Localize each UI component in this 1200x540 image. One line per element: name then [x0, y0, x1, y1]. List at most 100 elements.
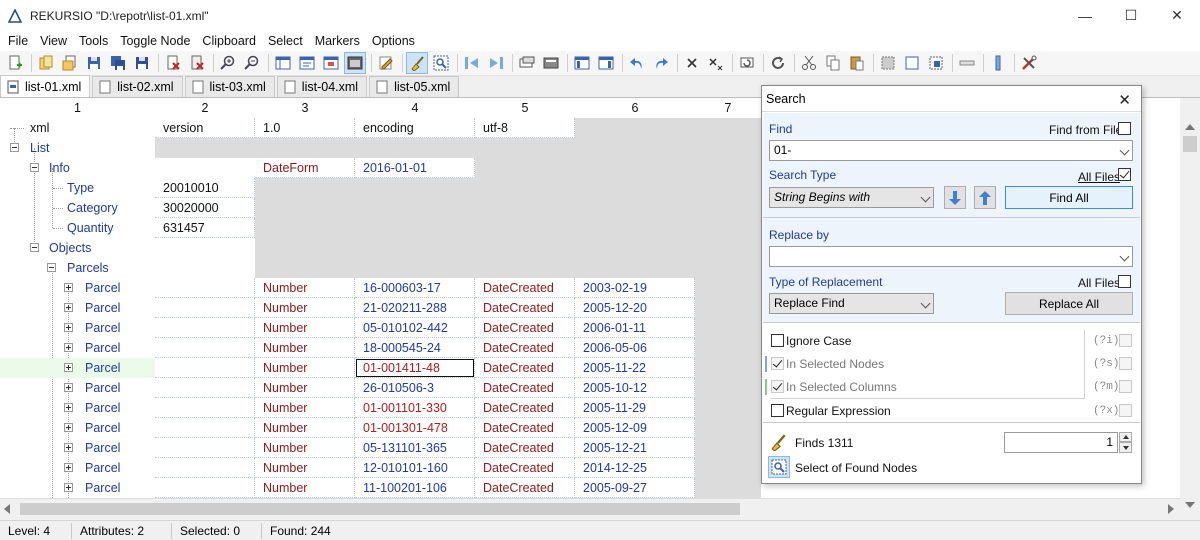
replacement-type-select[interactable]: Replace Find	[769, 293, 934, 314]
copy-icon[interactable]	[822, 52, 844, 74]
ignore-case-checkbox[interactable]	[771, 334, 784, 347]
expand-icon[interactable]	[64, 483, 73, 492]
node-category[interactable]: Category	[67, 198, 118, 218]
node-parcel[interactable]: Parcel	[85, 398, 120, 418]
attr-name[interactable]: DateCreated	[475, 398, 575, 418]
node-parcel[interactable]: Parcel	[85, 478, 120, 498]
menu-select[interactable]: Select	[262, 34, 309, 48]
attr-value[interactable]: 1.0	[255, 118, 355, 138]
view-full-icon[interactable]	[344, 52, 366, 74]
parcel-number[interactable]: 26-010506-3	[355, 378, 475, 398]
node-xml[interactable]: xml	[30, 118, 49, 138]
ignore-case-flag[interactable]	[1119, 334, 1132, 347]
collapse-icon[interactable]	[10, 143, 19, 152]
empty-cell[interactable]	[155, 458, 255, 478]
date-created[interactable]: 2014-12-25	[575, 458, 695, 478]
date-created[interactable]: 2005-10-12	[575, 378, 695, 398]
scroll-thumb[interactable]	[20, 503, 740, 515]
marker-brush-icon[interactable]	[406, 52, 428, 74]
attr-name[interactable]: Number	[255, 458, 355, 478]
settings-tools-icon[interactable]	[1018, 52, 1040, 74]
save-all-icon[interactable]	[107, 52, 129, 74]
attr-name[interactable]: DateCreated	[475, 438, 575, 458]
select-all-icon[interactable]	[877, 52, 899, 74]
node-parcel[interactable]: Parcel	[85, 458, 120, 478]
tab-list-03[interactable]: list-03.xml	[184, 76, 275, 97]
paste-icon[interactable]	[846, 52, 868, 74]
redo-icon[interactable]	[650, 52, 672, 74]
column-header[interactable]: 7	[695, 98, 761, 118]
date-created[interactable]: 2005-11-22	[575, 358, 695, 378]
expand-icon[interactable]	[64, 383, 73, 392]
tab-list-01[interactable]: list-01.xml	[0, 75, 91, 97]
column-header[interactable]: 6	[575, 98, 695, 118]
column-header[interactable]: 5	[475, 98, 575, 118]
attr-name[interactable]: Number	[255, 398, 355, 418]
maximize-button[interactable]: ☐	[1108, 0, 1154, 31]
menu-options[interactable]: Options	[366, 34, 421, 48]
empty-cell[interactable]	[155, 318, 255, 338]
empty-cell[interactable]	[155, 478, 255, 498]
cut-icon[interactable]	[798, 52, 820, 74]
node-parcel[interactable]: Parcel	[85, 378, 120, 398]
view-text-icon[interactable]	[296, 52, 318, 74]
expand-icon[interactable]	[64, 303, 73, 312]
scroll-left-icon[interactable]	[4, 504, 10, 514]
attr-name[interactable]: Number	[255, 318, 355, 338]
save-as-icon[interactable]	[131, 52, 153, 74]
attr-name[interactable]: Number	[255, 438, 355, 458]
date-created[interactable]: 2005-12-21	[575, 438, 695, 458]
attr-name[interactable]: Number	[255, 358, 355, 378]
find-input[interactable]: 01-	[769, 140, 1133, 161]
search-type-select[interactable]: String Begins with	[769, 187, 934, 208]
close-window-button[interactable]: ✕	[1154, 0, 1200, 31]
attr-name[interactable]: Number	[255, 278, 355, 298]
columns-alt-icon[interactable]	[595, 52, 617, 74]
spin-up-button[interactable]	[1119, 432, 1132, 442]
empty-cell[interactable]	[155, 398, 255, 418]
close-file-icon[interactable]	[162, 52, 184, 74]
empty-cell[interactable]	[155, 278, 255, 298]
attr-name[interactable]: version	[155, 118, 255, 138]
parcel-number[interactable]: 18-000545-24	[355, 338, 475, 358]
all-files-replace-checkbox[interactable]	[1118, 275, 1131, 288]
next-icon[interactable]	[485, 52, 507, 74]
date-created[interactable]: 2003-02-19	[575, 278, 695, 298]
attr-name[interactable]: DateCreated	[475, 318, 575, 338]
expand-icon[interactable]	[64, 423, 73, 432]
spin-down-button[interactable]	[1119, 442, 1132, 453]
regular-expression-checkbox[interactable]	[771, 404, 784, 417]
collapse-icon[interactable]	[30, 243, 39, 252]
node-parcel[interactable]: Parcel	[85, 418, 120, 438]
date-created[interactable]: 2005-09-27	[575, 478, 695, 498]
date-created[interactable]: 2005-12-20	[575, 298, 695, 318]
node-list[interactable]: List	[30, 138, 49, 158]
attr-name[interactable]: Number	[255, 338, 355, 358]
attr-name[interactable]: DateForm	[255, 158, 355, 178]
window-icon[interactable]	[516, 52, 538, 74]
empty-cell[interactable]	[155, 418, 255, 438]
expand-icon[interactable]	[64, 363, 73, 372]
column-header[interactable]: 4	[355, 98, 475, 118]
attr-name[interactable]: Number	[255, 418, 355, 438]
new-file-icon[interactable]	[4, 52, 26, 74]
date-created[interactable]: 2005-12-09	[575, 418, 695, 438]
open-folder-icon[interactable]	[59, 52, 81, 74]
vertical-rule-icon[interactable]	[987, 52, 1009, 74]
attr-value[interactable]: utf-8	[475, 118, 575, 138]
select-none-icon[interactable]	[901, 52, 923, 74]
replace-input[interactable]	[769, 246, 1133, 267]
menu-toggle-node[interactable]: Toggle Node	[114, 34, 196, 48]
attr-name[interactable]: DateCreated	[475, 338, 575, 358]
tab-list-02[interactable]: list-02.xml	[92, 76, 183, 97]
collapse-icon[interactable]	[30, 163, 39, 172]
attr-name[interactable]: DateCreated	[475, 418, 575, 438]
collapse-icon[interactable]	[47, 263, 56, 272]
parcel-number[interactable]: 21-020211-288	[355, 298, 475, 318]
in-selected-columns-flag[interactable]	[1119, 380, 1132, 393]
in-selected-nodes-checkbox[interactable]	[771, 357, 784, 370]
parcel-number[interactable]: 01-001301-478	[355, 418, 475, 438]
expand-icon[interactable]	[64, 443, 73, 452]
attr-name[interactable]: DateCreated	[475, 278, 575, 298]
search-panel-icon[interactable]	[430, 52, 452, 74]
